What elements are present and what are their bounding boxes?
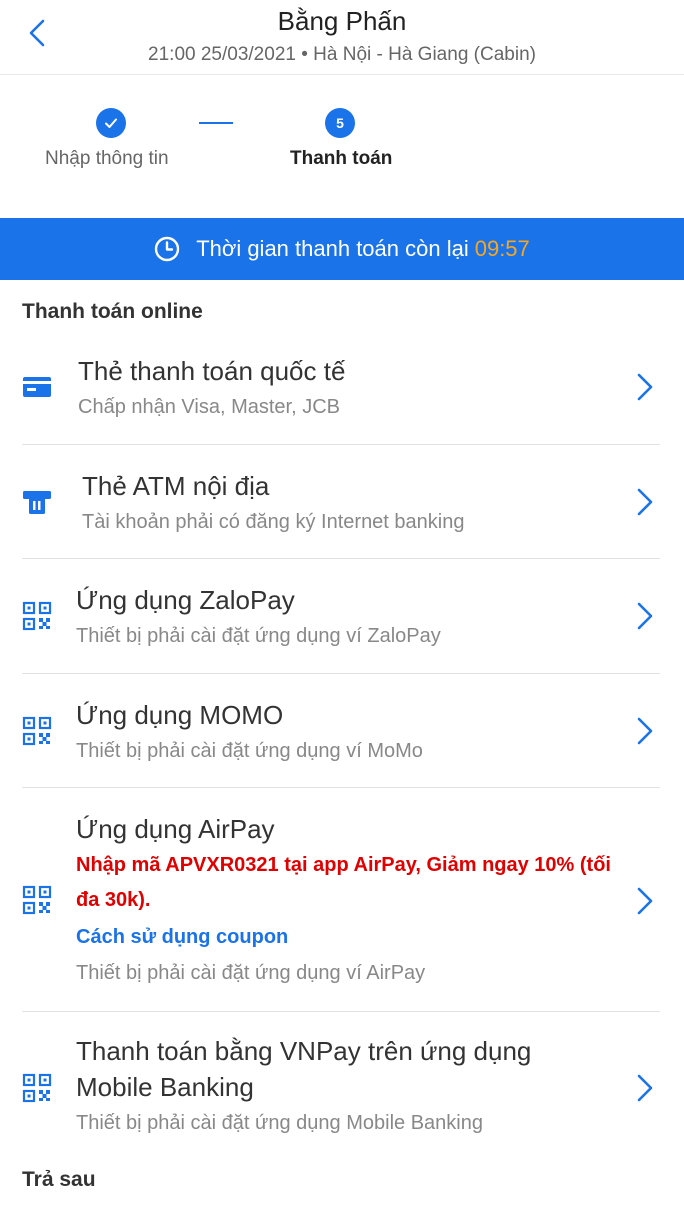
header: Bằng Phấn 21:00 25/03/2021 • Hà Nội - Hà… bbox=[0, 0, 684, 75]
clock-icon bbox=[155, 236, 180, 262]
payment-method-vnpay[interactable]: Thanh toán bằng VNPay trên ứng dụng Mobi… bbox=[0, 1012, 684, 1152]
step-active-indicator: 5 bbox=[325, 108, 355, 138]
promo-text: Nhập mã APVXR0321 tại app AirPay, Giảm n… bbox=[76, 854, 611, 911]
timer-countdown: 09:57 bbox=[474, 236, 530, 261]
atm-icon bbox=[23, 491, 51, 514]
method-description: Chấp nhận Visa, Master, JCB bbox=[78, 396, 340, 418]
payment-method-momo[interactable]: Ứng dụng MOMO Thiết bị phải cài đặt ứng … bbox=[0, 674, 684, 788]
chevron-right-icon bbox=[637, 887, 653, 915]
chevron-right-icon bbox=[637, 373, 653, 401]
chevron-right-icon bbox=[637, 602, 653, 630]
payment-method-international-card[interactable]: Thẻ thanh toán quốc tế Chấp nhận Visa, M… bbox=[0, 330, 684, 445]
progress-stepper: 5 Nhập thông tin Thanh toán bbox=[0, 76, 684, 218]
coupon-help-link[interactable]: Cách sử dụng coupon bbox=[76, 926, 288, 949]
method-title-line1: Thanh toán bằng VNPay trên ứng dụng bbox=[76, 1036, 532, 1066]
payment-method-zalopay[interactable]: Ứng dụng ZaloPay Thiết bị phải cài đặt ứ… bbox=[0, 559, 684, 674]
timer-label: Thời gian thanh toán còn lại bbox=[196, 236, 469, 261]
method-description: Tài khoản phải có đăng ký Internet banki… bbox=[82, 511, 465, 533]
method-title: Thẻ thanh toán quốc tế bbox=[78, 356, 346, 386]
trip-info: 21:00 25/03/2021 • Hà Nội - Hà Giang (Ca… bbox=[148, 44, 536, 65]
credit-card-icon bbox=[23, 377, 51, 397]
page-title: Bằng Phấn bbox=[277, 6, 407, 36]
section-title-online: Thanh toán online bbox=[22, 300, 203, 323]
qr-code-icon bbox=[22, 885, 52, 915]
payment-method-atm-card[interactable]: Thẻ ATM nội địa Tài khoản phải có đăng k… bbox=[0, 445, 684, 559]
step-label-info: Nhập thông tin bbox=[45, 148, 169, 169]
step-done-indicator bbox=[96, 108, 126, 138]
qr-code-icon bbox=[22, 1073, 52, 1103]
method-title-line2: Mobile Banking bbox=[76, 1072, 254, 1102]
step-label-payment: Thanh toán bbox=[290, 148, 393, 169]
chevron-right-icon bbox=[637, 717, 653, 745]
section-title-pay-later: Trả sau bbox=[22, 1168, 96, 1191]
method-title: Thẻ ATM nội địa bbox=[82, 471, 270, 501]
chevron-right-icon bbox=[637, 488, 653, 516]
check-icon bbox=[105, 118, 117, 128]
method-description: Thiết bị phải cài đặt ứng dụng ví AirPay bbox=[76, 962, 426, 984]
step-connector bbox=[199, 122, 233, 124]
chevron-right-icon bbox=[637, 1074, 653, 1102]
qr-code-icon bbox=[22, 716, 52, 746]
payment-timer-bar: Thời gian thanh toán còn lại 09:57 bbox=[0, 218, 684, 280]
method-title: Ứng dụng ZaloPay bbox=[76, 585, 295, 615]
method-description: Thiết bị phải cài đặt ứng dụng ví MoMo bbox=[76, 740, 423, 762]
method-title: Ứng dụng AirPay bbox=[76, 814, 275, 844]
method-title: Ứng dụng MOMO bbox=[76, 700, 284, 730]
qr-code-icon bbox=[22, 601, 52, 631]
method-description: Thiết bị phải cài đặt ứng dụng ví ZaloPa… bbox=[76, 625, 441, 647]
payment-method-airpay[interactable]: Ứng dụng AirPay Nhập mã APVXR0321 tại ap… bbox=[0, 788, 684, 1012]
method-description: Thiết bị phải cài đặt ứng dụng Mobile Ba… bbox=[76, 1112, 483, 1134]
